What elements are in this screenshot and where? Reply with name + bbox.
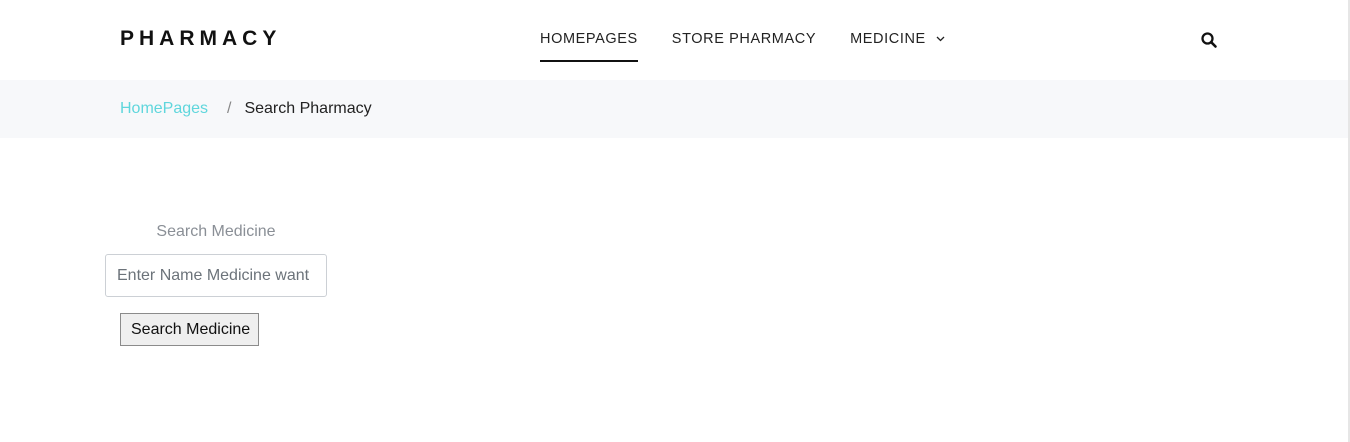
breadcrumb-bar: HomePages / Search Pharmacy xyxy=(0,80,1348,138)
search-medicine-input[interactable] xyxy=(105,254,327,297)
nav-item-homepages[interactable]: HOMEPAGES xyxy=(540,0,638,80)
nav-item-medicine[interactable]: MEDICINE xyxy=(850,0,945,80)
nav-item-label: MEDICINE xyxy=(850,31,926,47)
breadcrumb: HomePages / Search Pharmacy xyxy=(120,80,372,138)
nav-item-label: HOMEPAGES xyxy=(540,31,638,47)
chevron-down-icon xyxy=(936,0,945,77)
search-medicine-label: Search Medicine xyxy=(156,223,276,240)
nav-item-store-pharmacy[interactable]: STORE PHARMACY xyxy=(672,0,816,80)
search-medicine-button[interactable]: Search Medicine xyxy=(120,313,260,346)
breadcrumb-separator: / xyxy=(227,100,232,117)
search-icon[interactable] xyxy=(1200,31,1218,49)
nav-item-label: STORE PHARMACY xyxy=(671,31,817,47)
search-form: Search Medicine Search Medicine xyxy=(105,222,327,346)
breadcrumb-home-link[interactable]: HomePages xyxy=(120,80,213,138)
breadcrumb-current: Search Pharmacy xyxy=(244,100,372,117)
main-nav: HOMEPAGES STORE PHARMACY MEDICINE xyxy=(540,0,979,80)
site-header: PHARMACY HOMEPAGES STORE PHARMACY MEDICI… xyxy=(0,0,1348,80)
site-logo[interactable]: PHARMACY xyxy=(120,27,281,51)
